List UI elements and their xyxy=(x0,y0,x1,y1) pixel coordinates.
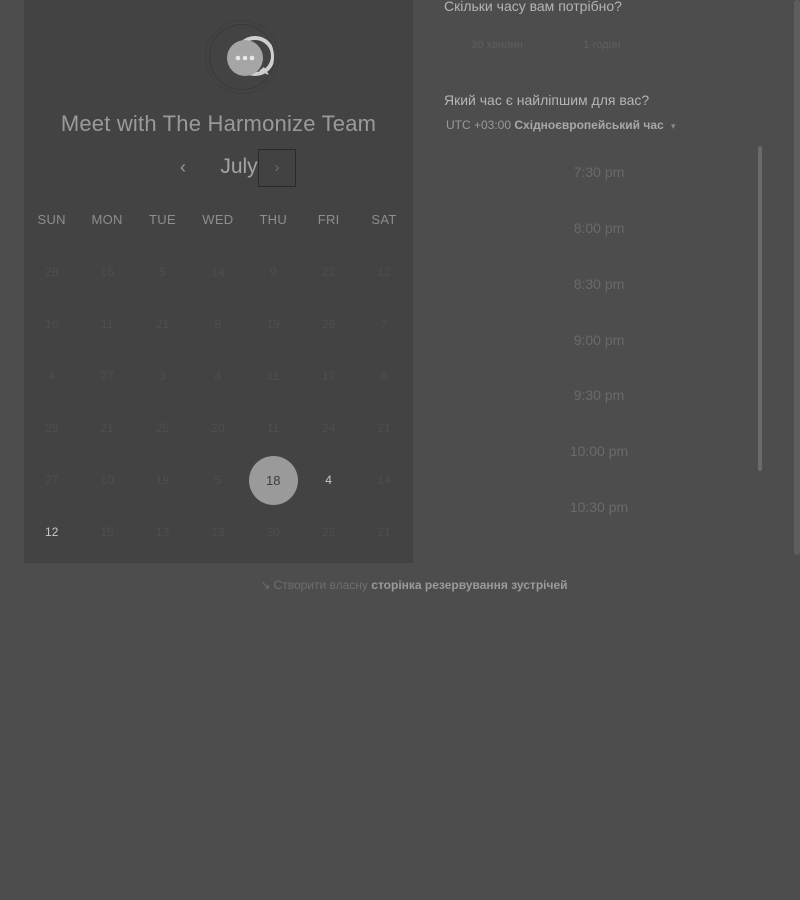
calendar-day: 8 xyxy=(380,369,388,383)
time-slot[interactable]: 9:30 pm xyxy=(444,387,754,403)
calendar-week: 29 21 25 20 11 24 21 xyxy=(24,402,413,454)
time-slot-list[interactable]: 7:30 pm 8:00 pm 8:30 pm 9:00 pm 9:30 pm … xyxy=(444,145,754,540)
weekday-label: WED xyxy=(202,212,234,227)
calendar-day: 12 xyxy=(377,265,391,279)
time-slot[interactable]: 9:00 pm xyxy=(444,332,754,348)
calendar-day: 20 xyxy=(211,421,225,435)
calendar-week: 27 10 19 5 18 4 14 xyxy=(24,454,413,506)
calendar-day-available[interactable]: 12 xyxy=(24,506,79,558)
calendar-day: 21 xyxy=(377,525,391,539)
calendar-day: 14 xyxy=(211,265,225,279)
calendar-day: 21 xyxy=(155,317,170,331)
duration-30min-button[interactable]: 30 хвилин xyxy=(446,32,548,58)
time-slot[interactable]: 8:00 pm xyxy=(444,220,754,236)
calendar-day: 28 xyxy=(45,265,59,279)
weekday-label: FRI xyxy=(317,212,340,227)
timezone-select[interactable]: UTC +03:00 Східноєвропейський час ▾ xyxy=(446,118,676,132)
weekday-label: MON xyxy=(91,212,123,227)
calendar-day: 8 xyxy=(214,317,222,331)
calendar-day: 7 xyxy=(380,317,388,331)
calendar-day: 19 xyxy=(155,473,170,487)
timezone-name: Східноєвропейський час xyxy=(514,118,664,132)
calendar-day: 14 xyxy=(377,473,391,487)
weekday-label: SAT xyxy=(371,212,397,227)
sparkle-arrow-icon: ↘ xyxy=(260,578,271,592)
footer-link-text: сторінка резервування зустрічей xyxy=(371,578,568,592)
calendar-day: 30 xyxy=(266,525,280,539)
calendar-day: 11 xyxy=(100,317,114,331)
page-scrollbar[interactable] xyxy=(794,0,800,555)
calendar-day: 19 xyxy=(266,317,280,331)
calendar-day: 21 xyxy=(377,421,391,435)
weekday-header: SUN MON TUE WED THU FRI SAT xyxy=(24,212,413,227)
calendar-day: 13 xyxy=(155,525,170,539)
calendar-card: Meet with The Harmonize Team ‹ July › SU… xyxy=(24,0,413,563)
timezone-offset: UTC +03:00 xyxy=(446,118,512,132)
time-slot[interactable]: 7:30 pm xyxy=(444,164,754,180)
calendar-day: 26 xyxy=(321,317,336,331)
weekday-label: THU xyxy=(259,212,288,227)
calendar-day: 27 xyxy=(100,369,114,383)
calendar-day: 4 xyxy=(48,369,56,383)
calendar-day: 11 xyxy=(267,421,280,435)
calendar-day: 11 xyxy=(267,369,280,383)
duration-1hour-button[interactable]: 1 годин xyxy=(552,32,652,58)
month-navigation: ‹ July › xyxy=(24,148,413,188)
calendar-day: 10 xyxy=(100,473,114,487)
weekday-label: SUN xyxy=(37,212,66,227)
calendar-day-available[interactable]: 4 xyxy=(301,454,356,506)
calendar-day: 21 xyxy=(100,421,114,435)
selected-day-label: 18 xyxy=(248,455,298,505)
calendar-day: 16 xyxy=(45,317,59,331)
calendar-week: 12 15 13 13 30 22 21 xyxy=(24,506,413,558)
calendar-day: 5 xyxy=(214,473,222,487)
calendar-week: 16 11 21 8 19 26 7 xyxy=(24,298,413,350)
calendar-day: 4 xyxy=(214,369,222,383)
next-month-button[interactable]: › xyxy=(258,149,296,187)
calendar-day: 22 xyxy=(321,265,336,279)
calendar-day-selected[interactable]: 18 xyxy=(246,454,301,506)
calendar-day: 27 xyxy=(45,473,59,487)
time-question: Який час є найліпшим для вас? xyxy=(444,92,650,108)
host-title: Meet with The Harmonize Team xyxy=(60,111,377,136)
calendar-week: 28 16 5 14 9 22 12 xyxy=(24,246,413,298)
time-slot[interactable]: 10:30 pm xyxy=(444,499,754,515)
chat-bubble-logo-icon xyxy=(205,20,279,94)
calendar-day: 29 xyxy=(45,421,59,435)
calendar-day: 16 xyxy=(100,265,114,279)
create-booking-page-link[interactable]: ↘ Створити власну сторінка резервування з… xyxy=(0,578,800,592)
calendar-day: 13 xyxy=(211,525,225,539)
calendar-day: 17 xyxy=(321,369,336,383)
calendar-day: 5 xyxy=(159,265,166,279)
time-slot-scrollbar[interactable] xyxy=(758,146,762,471)
time-slot[interactable]: 8:30 pm xyxy=(444,276,754,292)
calendar-day: 25 xyxy=(155,421,170,435)
time-slot[interactable]: 10:00 pm xyxy=(444,443,754,459)
calendar-day: 22 xyxy=(321,525,336,539)
calendar-day: 9 xyxy=(269,265,277,279)
chevron-right-icon: › xyxy=(274,159,280,176)
calendar-week: 4 27 3 4 11 17 8 xyxy=(24,350,413,402)
calendar-day: 3 xyxy=(159,369,166,383)
calendar-day: 15 xyxy=(100,525,114,539)
caret-down-icon: ▾ xyxy=(671,121,676,131)
duration-question: Скільки часу вам потрібно? xyxy=(444,0,622,14)
weekday-label: TUE xyxy=(149,212,176,227)
footer-prefix: Створити власну xyxy=(273,578,368,592)
calendar-day: 24 xyxy=(321,421,336,435)
